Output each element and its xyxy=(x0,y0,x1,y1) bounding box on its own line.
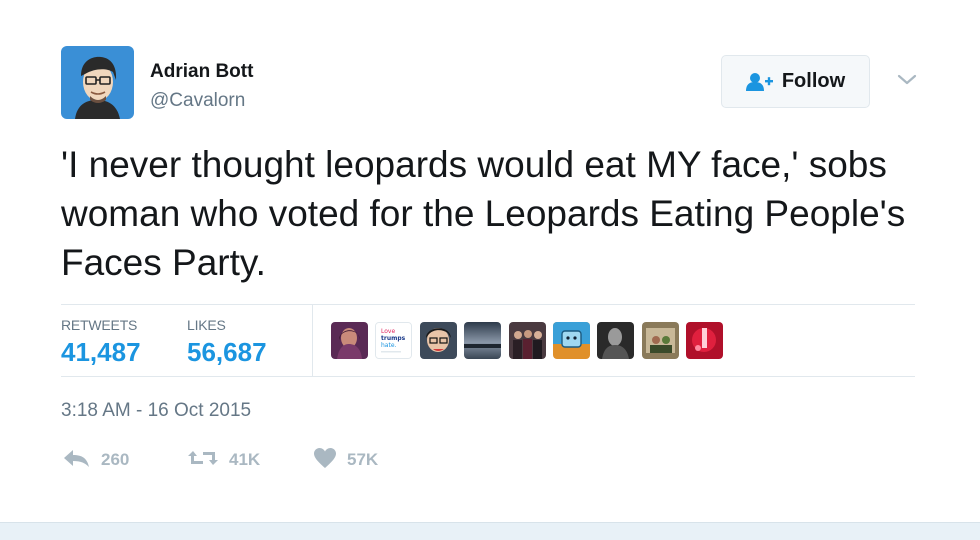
likes-count[interactable]: 56,687 xyxy=(187,337,267,368)
tweet-timestamp[interactable]: 3:18 AM - 16 Oct 2015 xyxy=(61,400,251,422)
like-count: 57K xyxy=(347,450,379,469)
divider xyxy=(61,376,915,377)
like-button[interactable]: 57K xyxy=(313,447,379,474)
liker-avatar-1[interactable] xyxy=(331,322,368,359)
liker-avatar-2-line-2: trumps xyxy=(381,335,406,342)
retweets-label: RETWEETS xyxy=(61,317,138,333)
liker-avatar-6[interactable] xyxy=(553,322,590,359)
liker-avatar-8[interactable] xyxy=(642,322,679,359)
tweet-text: 'I never thought leopards would eat MY f… xyxy=(61,144,906,283)
chevron-down-icon[interactable] xyxy=(896,72,918,88)
author-handle[interactable]: @Cavalorn xyxy=(150,90,245,112)
liker-avatar-2[interactable]: Love trumps hate. xyxy=(375,322,412,359)
retweets-count[interactable]: 41,487 xyxy=(61,337,141,368)
author-avatar[interactable] xyxy=(61,46,134,119)
retweet-icon xyxy=(187,448,219,473)
liker-avatar-4[interactable] xyxy=(464,322,501,359)
reply-icon xyxy=(63,448,91,473)
liker-avatar-2-line-1: Love xyxy=(381,328,395,335)
bottom-strip xyxy=(0,522,980,540)
reply-count: 260 xyxy=(101,450,130,469)
author-name[interactable]: Adrian Bott xyxy=(150,61,253,83)
add-user-icon xyxy=(745,72,774,92)
heart-icon xyxy=(313,447,337,474)
liker-avatar-5[interactable] xyxy=(509,322,546,359)
tweet-card: Adrian Bott @Cavalorn Follow 'I never th… xyxy=(0,0,980,522)
reply-button[interactable]: 260 xyxy=(63,448,129,472)
retweet-button[interactable]: 41K xyxy=(187,448,260,472)
likes-label: LIKES xyxy=(187,317,226,333)
follow-button[interactable]: Follow xyxy=(721,55,870,108)
divider xyxy=(61,304,915,305)
follow-label: Follow xyxy=(781,70,846,92)
liker-avatar-3[interactable] xyxy=(420,322,457,359)
liker-avatar-9[interactable] xyxy=(686,322,723,359)
liker-avatar-7[interactable] xyxy=(597,322,634,359)
divider xyxy=(312,305,313,376)
retweet-count: 41K xyxy=(229,450,261,469)
liker-avatar-2-line-3: hate. xyxy=(381,342,397,349)
